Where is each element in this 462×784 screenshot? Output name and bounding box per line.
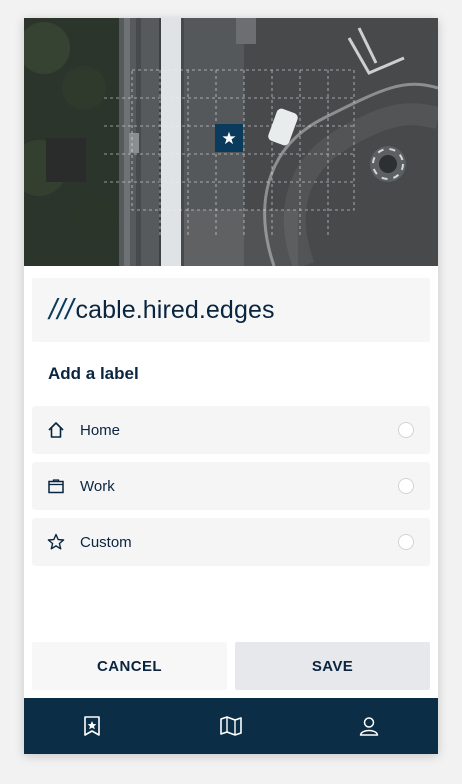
w3w-address-field: /// cable.hired.edges <box>32 278 430 342</box>
satellite-map[interactable]: ★ <box>24 18 438 266</box>
map-icon[interactable] <box>219 714 243 738</box>
work-radio[interactable] <box>398 478 414 494</box>
briefcase-icon <box>46 476 66 496</box>
save-location-card: ★ /// cable.hired.edges Add a label Home… <box>24 18 438 754</box>
label-option-text: Home <box>80 421 121 439</box>
home-icon <box>46 420 66 440</box>
star-icon: ★ <box>221 128 237 148</box>
star-outline-icon <box>46 532 66 552</box>
custom-radio[interactable] <box>398 534 414 550</box>
label-option-text: Work <box>80 477 115 495</box>
location-marker[interactable]: ★ <box>215 124 243 152</box>
label-option-custom[interactable]: Custom <box>32 518 430 566</box>
w3w-address: cable.hired.edges <box>75 295 275 324</box>
save-button[interactable]: SAVE <box>235 642 430 690</box>
add-label-heading: Add a label <box>48 364 139 383</box>
label-option-work[interactable]: Work <box>32 462 430 510</box>
label-option-home[interactable]: Home <box>32 406 430 454</box>
cancel-button[interactable]: CANCEL <box>32 642 227 690</box>
home-radio[interactable] <box>398 422 414 438</box>
w3w-slashes: /// <box>49 293 74 326</box>
profile-icon[interactable] <box>357 714 381 738</box>
label-option-text: Custom <box>80 533 132 551</box>
bottom-navigation <box>24 698 438 754</box>
saved-star-icon[interactable] <box>80 714 104 738</box>
